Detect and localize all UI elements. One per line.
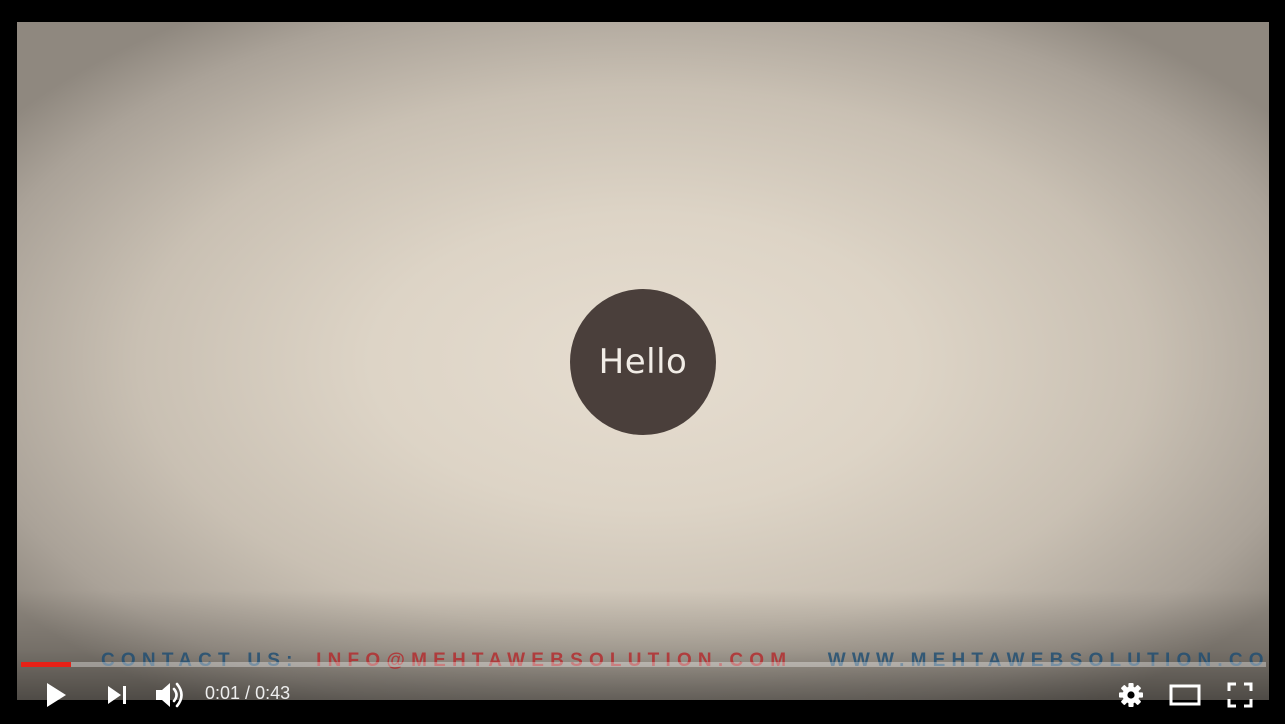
hello-text: Hello bbox=[598, 342, 688, 382]
time-separator: / bbox=[240, 683, 256, 703]
settings-button[interactable] bbox=[1114, 680, 1148, 710]
theater-mode-button[interactable] bbox=[1165, 680, 1205, 710]
time-current: 0:01 bbox=[205, 683, 241, 703]
fullscreen-button[interactable] bbox=[1222, 680, 1258, 710]
video-player: Hello CONTACT US: INFO@MEHTAWEBSOLUTION.… bbox=[0, 0, 1285, 724]
fullscreen-icon bbox=[1227, 682, 1253, 708]
volume-button[interactable] bbox=[150, 678, 190, 712]
hello-circle: Hello bbox=[570, 289, 716, 435]
video-frame[interactable]: Hello CONTACT US: INFO@MEHTAWEBSOLUTION.… bbox=[17, 22, 1269, 700]
theater-mode-icon bbox=[1169, 684, 1201, 706]
gear-icon bbox=[1119, 683, 1143, 707]
play-icon bbox=[47, 683, 66, 707]
play-button[interactable] bbox=[36, 680, 76, 710]
progress-bar[interactable] bbox=[21, 662, 1266, 667]
ticker-email: INFO@MEHTAWEBSOLUTION.COM bbox=[316, 650, 793, 671]
time-total: 0:43 bbox=[255, 683, 291, 703]
ticker-website: WWW.MEHTAWEBSOLUTION.COM bbox=[827, 650, 1269, 671]
player-controls: 0:01 / 0:43 bbox=[0, 672, 1285, 716]
next-button[interactable] bbox=[100, 680, 134, 710]
time-display: 0:01 / 0:43 bbox=[205, 683, 290, 704]
volume-icon bbox=[156, 682, 183, 708]
ticker-contact-label: CONTACT US: bbox=[101, 650, 299, 671]
next-icon bbox=[108, 686, 126, 704]
progress-played bbox=[21, 662, 71, 667]
